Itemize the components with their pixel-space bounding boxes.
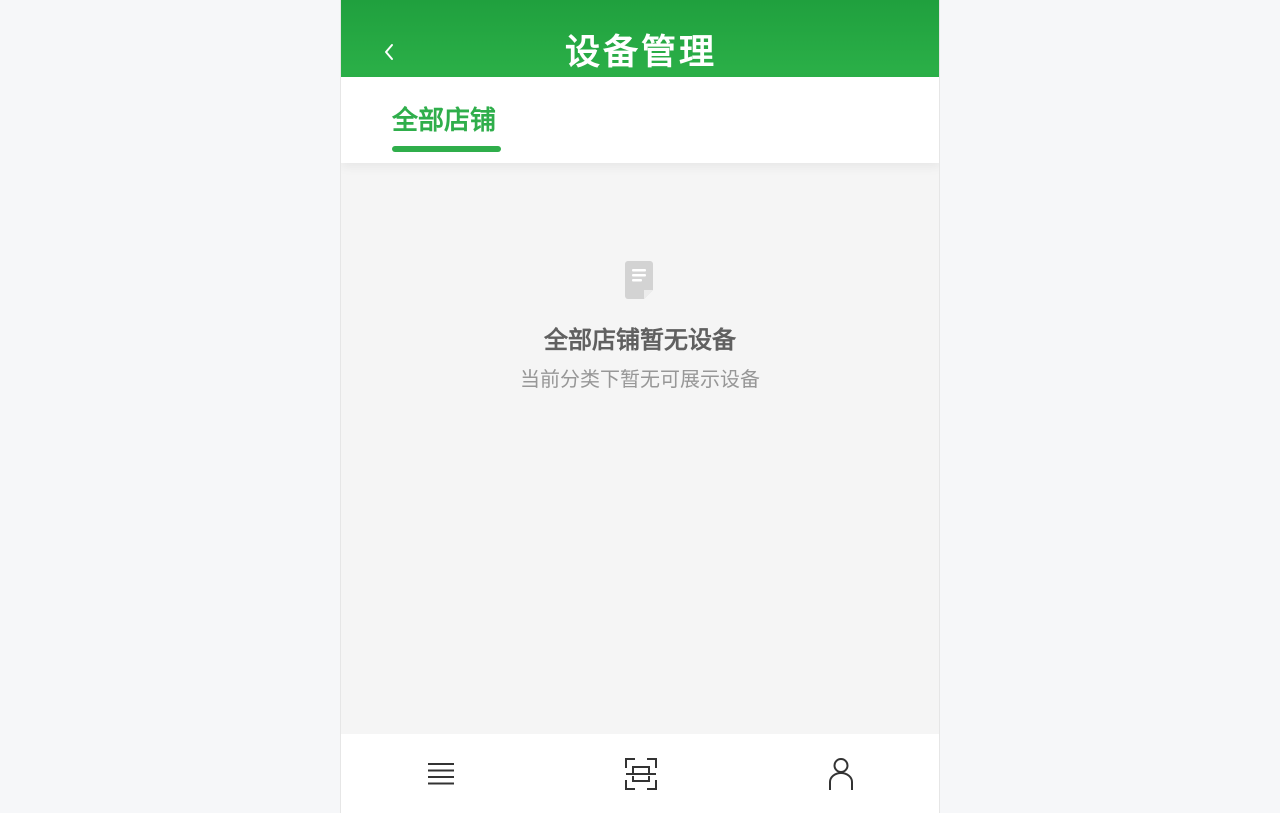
- menu-list-icon: [428, 762, 454, 784]
- tab-active-indicator: [392, 146, 501, 152]
- nav-item-list[interactable]: [341, 734, 541, 813]
- tab-all-stores[interactable]: 全部店铺: [392, 101, 501, 152]
- app-screen: 设备管理 全部店铺 全部店铺暂无设备 当前分类下暂无可展示设备: [340, 0, 940, 813]
- nav-item-scan[interactable]: [541, 734, 741, 813]
- empty-state: 全部店铺暂无设备 当前分类下暂无可展示设备: [341, 258, 939, 393]
- user-icon: [829, 757, 853, 790]
- tab-bar: 全部店铺: [341, 77, 939, 163]
- header-bar: 设备管理: [341, 0, 939, 77]
- page-title: 设备管理: [564, 33, 717, 73]
- tab-label: 全部店铺: [392, 106, 497, 136]
- empty-state-title: 全部店铺暂无设备: [544, 326, 736, 354]
- empty-state-subtitle: 当前分类下暂无可展示设备: [520, 367, 760, 391]
- bottom-nav: [341, 734, 939, 813]
- scan-icon: [625, 757, 657, 790]
- nav-item-profile[interactable]: [741, 734, 939, 813]
- document-icon: [625, 261, 653, 299]
